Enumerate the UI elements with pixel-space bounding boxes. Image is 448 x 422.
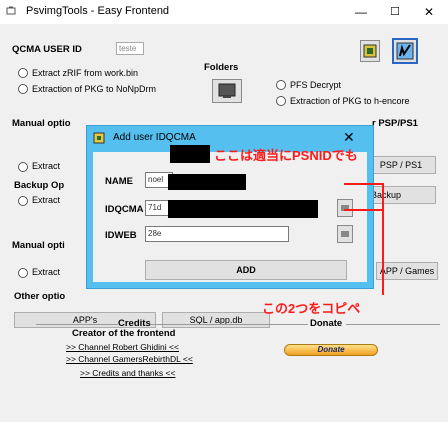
extract-pkg-hencore-label: Extraction of PKG to h-encore (290, 96, 410, 106)
app-icon (6, 6, 16, 15)
edit-user-button[interactable] (392, 38, 418, 64)
title-bar: PsvimgTools - Easy Frontend — ☐ ✕ (0, 0, 448, 24)
app-games-button[interactable]: APP / Games (376, 262, 438, 280)
annotation-connector (382, 183, 384, 295)
extract-radio-1[interactable] (18, 162, 28, 172)
annotation-bottom: この2つをコピペ (262, 301, 361, 316)
window-title: PsvimgTools - Easy Frontend (26, 5, 170, 17)
extract-pkg-hencore-radio[interactable] (276, 96, 286, 106)
link-credits-thanks[interactable]: >> Credits and thanks << (80, 368, 175, 378)
link-robert-ghidini[interactable]: >> Channel Robert Ghidini << (66, 342, 179, 352)
credits-divider-mid (150, 324, 308, 325)
annotation-arrow-2 (344, 209, 384, 211)
psp-ps1-button[interactable]: PSP / PS1 (366, 156, 436, 174)
idqcma-label: IDQCMA (105, 204, 144, 215)
backup-label: Backup (371, 190, 402, 200)
manual-options-top-suffix: r PSP/PS1 (372, 118, 418, 129)
name-label: NAME (105, 176, 133, 187)
minimize-button[interactable]: — (344, 2, 378, 22)
extract-label-3: Extract (32, 267, 61, 277)
pfs-decrypt-radio[interactable] (276, 80, 286, 90)
link-gamersrebirthdl[interactable]: >> Channel GamersRebirthDL << (66, 354, 193, 364)
idqcma-copy-button[interactable] (337, 199, 353, 217)
dialog-app-icon (93, 132, 105, 144)
credits-divider-left (36, 324, 118, 325)
donate-button-label: Donate (317, 345, 345, 354)
sql-app-db-button[interactable]: SQL / app.db (162, 312, 270, 328)
idweb-copy-button[interactable] (337, 225, 353, 243)
qcma-user-id-label: QCMA USER ID (12, 44, 82, 55)
backup-button[interactable]: Backup (366, 186, 436, 204)
add-button[interactable]: ADD (145, 260, 347, 280)
dialog-title: Add user IDQCMA (113, 132, 196, 143)
close-button[interactable]: ✕ (412, 2, 446, 22)
dialog-close-button[interactable]: ✕ (343, 129, 355, 146)
copy-icon (341, 231, 349, 237)
credits-divider-right (346, 324, 440, 325)
donate-header: Donate (310, 318, 343, 329)
folder-db-button[interactable] (360, 40, 380, 62)
idweb-input[interactable]: 28e (145, 226, 289, 242)
maximize-button[interactable]: ☐ (378, 2, 412, 22)
idqcma-value: 71d (148, 203, 162, 212)
backup-options-label: Backup Op (14, 180, 65, 191)
extract-radio-3[interactable] (18, 268, 28, 278)
database-icon (363, 44, 377, 58)
manual-options-label: Manual opti (12, 240, 65, 251)
redaction-idweb (168, 200, 318, 218)
qcma-user-id-select[interactable]: teste (116, 42, 144, 55)
manual-options-top-label: Manual optio (12, 118, 71, 129)
extract-radio-2[interactable] (18, 196, 28, 206)
redaction-idqcma (168, 174, 246, 190)
edit-icon (396, 42, 414, 60)
monitor-icon (218, 83, 236, 98)
idweb-value: 28e (148, 229, 162, 238)
folders-label: Folders (204, 62, 239, 73)
copy-icon (341, 205, 349, 211)
extract-zrif-radio[interactable] (18, 68, 28, 78)
extract-zrif-label: Extract zRIF from work.bin (32, 68, 139, 78)
psp-ps1-label: PSP / PS1 (379, 160, 423, 170)
add-button-label: ADD (236, 265, 256, 275)
annotation-arrow-1 (344, 183, 384, 185)
folders-button[interactable] (212, 79, 242, 103)
redaction-name (170, 145, 210, 163)
donate-button[interactable]: Donate (284, 344, 378, 356)
extract-label-2: Extract (32, 195, 61, 205)
idweb-label: IDWEB (105, 230, 137, 241)
app-games-label: APP / Games (379, 266, 435, 276)
extract-label-1: Extract (32, 161, 61, 171)
pfs-decrypt-label: PFS Decrypt (290, 80, 342, 90)
extract-pkg-nonpdrm-label: Extraction of PKG to NoNpDrm (32, 84, 157, 94)
extract-pkg-nonpdrm-radio[interactable] (18, 84, 28, 94)
creator-label: Creator of the frontend (72, 328, 176, 339)
annotation-top: ここは適当にPSNIDでも (214, 148, 358, 163)
other-options-label: Other optio (14, 291, 66, 302)
